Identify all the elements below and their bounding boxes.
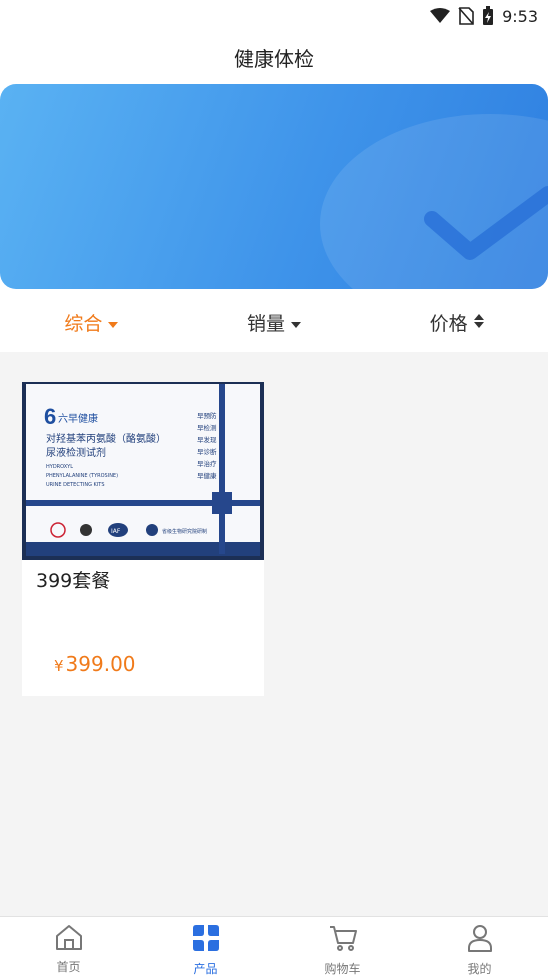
banner-decoration [320,114,548,289]
status-time: 9:53 [502,6,538,26]
tab-label: 我的 [467,962,492,976]
banner-section [0,82,548,292]
cart-icon [328,923,358,957]
product-price: ¥399.00 [54,652,136,676]
tab-label: 购物车 [324,962,361,976]
caret-down-icon [291,311,302,333]
tag-text: 早检测 [197,423,217,432]
sort-icon [473,311,484,333]
product-image: 6 六早健康 对羟基苯丙氨酸（酪氨酸） 尿液检测试剂 HYDROXYL PHEN… [22,382,264,560]
wifi-icon [430,8,451,24]
tab-products[interactable]: 产品 [137,917,274,979]
battery-charging-icon [482,6,494,26]
en-text: HYDROXYL [46,464,73,470]
tag-text: 早治疗 [197,459,217,468]
tab-me[interactable]: 我的 [411,917,548,979]
brand-text: 六早健康 [58,412,98,425]
filter-label: 销量 [247,312,286,335]
price-value: 399.00 [65,652,136,676]
filter-price[interactable]: 价格 [365,309,548,336]
filter-label: 综合 [64,312,103,335]
tab-home[interactable]: 首页 [0,917,137,979]
en-text: PHENYLALANINE (TYROSINE) [46,473,118,479]
product-name: 399套餐 [36,570,111,592]
bottom-tab-bar: 首页 产品 购物车 我的 [0,916,548,979]
en-text: URINE DETECTING KITS [46,482,105,488]
iaf-badge-text: IAF [111,528,121,535]
maker-text: 省级生物研究院研制 [162,528,207,535]
filter-label: 价格 [429,312,468,335]
filter-sales[interactable]: 销量 [183,309,366,336]
product-subtitle-text: 尿液检测试剂 [46,446,106,459]
user-icon [465,923,495,957]
product-card[interactable]: 6 六早健康 对羟基苯丙氨酸（酪氨酸） 尿液检测试剂 HYDROXYL PHEN… [22,382,264,696]
page-title: 健康体检 [234,46,314,71]
product-title-text: 对羟基苯丙氨酸（酪氨酸） [46,432,166,445]
tab-label: 首页 [56,960,81,974]
currency-symbol: ¥ [54,657,64,675]
tag-text: 早健康 [197,471,217,480]
banner[interactable] [0,84,548,289]
status-bar: 9:53 [0,0,548,32]
page-header: 健康体检 [0,32,548,82]
tab-label: 产品 [193,962,218,976]
product-grid-icon [191,923,221,957]
filter-bar: 综合 销量 价格 [0,292,548,352]
tag-text: 早预防 [197,411,217,420]
svg-text:6: 6 [44,404,56,429]
tag-text: 早发现 [197,435,217,444]
tab-cart[interactable]: 购物车 [274,917,411,979]
no-sim-icon [458,7,474,25]
home-icon [54,923,84,955]
caret-down-icon [108,311,119,333]
filter-comprehensive[interactable]: 综合 [0,309,183,336]
tag-text: 早诊断 [197,447,217,456]
